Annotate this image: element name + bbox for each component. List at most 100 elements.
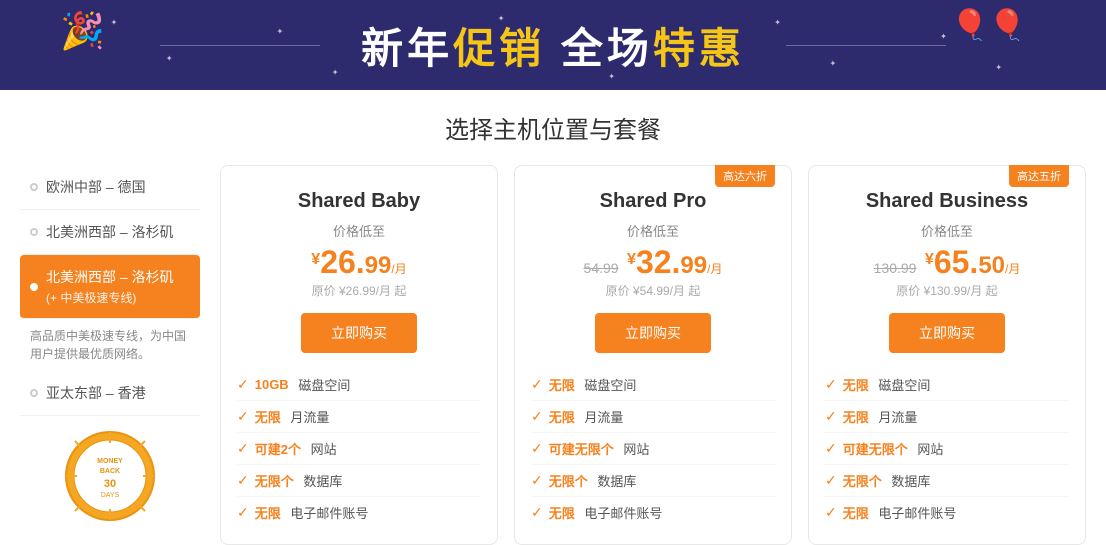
check-icon: ✓ xyxy=(825,408,837,425)
plan-buy-area-business: 立即购买 xyxy=(809,313,1085,369)
sidebar-description: 高品质中美极速专线，为中国用户提供最优质网络。 xyxy=(20,319,200,371)
sidebar-label-us-west: 北美洲西部 – 洛杉矶 xyxy=(46,222,174,242)
feature-business-1: ✓ 无限 月流量 xyxy=(825,401,1069,433)
main-content: 选择主机位置与套餐 欧洲中部 – 德国 北美洲西部 – 洛杉矶 北美洲西部 – … xyxy=(0,90,1106,545)
plan-name-baby: Shared Baby xyxy=(221,166,497,221)
plan-buy-area-baby: 立即购买 xyxy=(221,313,497,369)
plan-price-old-pro: 54.99 xyxy=(584,260,619,276)
feature-highlight: 无限个 xyxy=(255,471,294,490)
banner-title: 新年促销 全场特惠 xyxy=(361,15,745,76)
feature-highlight: 10GB xyxy=(255,377,289,392)
feature-pro-0: ✓ 无限 磁盘空间 xyxy=(531,369,775,401)
money-back-svg: MONEY BACK 30 DAYS xyxy=(65,431,155,521)
check-icon: ✓ xyxy=(825,504,837,521)
check-icon: ✓ xyxy=(531,408,543,425)
feature-highlight: 无限 xyxy=(255,407,281,426)
feature-highlight: 无限 xyxy=(255,503,281,522)
money-back-badge: MONEY BACK 30 DAYS xyxy=(60,426,160,526)
plan-features-pro: ✓ 无限 磁盘空间 ✓ 无限 月流量 ✓ 可建无限个 网站 ✓ 无限个 数据库 xyxy=(515,369,791,528)
plan-price-new-baby: ¥26.99/月 xyxy=(311,246,406,278)
plan-price-new-business: ¥65.50/月 xyxy=(925,246,1020,278)
plan-price-original-pro: 原价 ¥54.99/月 起 xyxy=(515,282,791,299)
feature-pro-2: ✓ 可建无限个 网站 xyxy=(531,433,775,465)
content-area: 欧洲中部 – 德国 北美洲西部 – 洛杉矶 北美洲西部 – 洛杉矶 (+ 中美极… xyxy=(0,165,1106,545)
check-icon: ✓ xyxy=(531,440,543,457)
check-icon: ✓ xyxy=(237,376,249,393)
svg-text:BACK: BACK xyxy=(100,468,120,475)
check-icon: ✓ xyxy=(237,472,249,489)
feature-highlight: 无限 xyxy=(549,375,575,394)
feature-baby-4: ✓ 无限 电子邮件账号 xyxy=(237,497,481,528)
sidebar-item-us-west[interactable]: 北美洲西部 – 洛杉矶 xyxy=(20,210,200,255)
feature-baby-0: ✓ 10GB 磁盘空间 xyxy=(237,369,481,401)
banner-text-normal1: 新年 xyxy=(361,25,453,72)
plan-badge-business: 高达五折 xyxy=(1009,165,1069,187)
banner-text-highlight1: 促销 xyxy=(453,25,545,72)
svg-text:30: 30 xyxy=(104,478,116,490)
sidebar-item-us-west-cn[interactable]: 北美洲西部 – 洛杉矶 (+ 中美极速专线) xyxy=(20,255,200,319)
check-icon: ✓ xyxy=(531,472,543,489)
feature-highlight: 无限 xyxy=(843,503,869,522)
svg-text:DAYS: DAYS xyxy=(101,492,120,499)
feature-highlight: 无限 xyxy=(549,407,575,426)
check-icon: ✓ xyxy=(531,376,543,393)
feature-business-2: ✓ 可建无限个 网站 xyxy=(825,433,1069,465)
buy-button-pro[interactable]: 立即购买 xyxy=(595,313,711,353)
banner-decoration-right: 🎈🎈 xyxy=(951,8,1026,43)
sidebar-label-main: 北美洲西部 – 洛杉矶 xyxy=(46,267,174,287)
feature-baby-2: ✓ 可建2个 网站 xyxy=(237,433,481,465)
svg-text:MONEY: MONEY xyxy=(97,458,123,465)
sidebar-label-us-west-cn-container: 北美洲西部 – 洛杉矶 (+ 中美极速专线) xyxy=(46,267,174,306)
plan-price-original-business: 原价 ¥130.99/月 起 xyxy=(809,282,1085,299)
feature-highlight: 无限 xyxy=(843,407,869,426)
plan-price-pro: 54.99 ¥32.99/月 xyxy=(515,246,791,278)
feature-baby-1: ✓ 无限 月流量 xyxy=(237,401,481,433)
banner-text-highlight2: 特惠 xyxy=(653,25,745,72)
plan-price-new-pro: ¥32.99/月 xyxy=(627,246,722,278)
plan-price-original-baby: 原价 ¥26.99/月 起 xyxy=(221,282,497,299)
feature-highlight: 无限 xyxy=(843,375,869,394)
check-icon: ✓ xyxy=(825,440,837,457)
sidebar-label-asia: 亚太东部 – 香港 xyxy=(46,383,146,403)
feature-baby-3: ✓ 无限个 数据库 xyxy=(237,465,481,497)
check-icon: ✓ xyxy=(531,504,543,521)
sidebar-label-europe: 欧洲中部 – 德国 xyxy=(46,177,146,197)
plan-card-pro: 高达六折 Shared Pro 价格低至 54.99 ¥32.99/月 原价 ¥… xyxy=(514,165,792,545)
banner: ✦ ✦ ✦ ✦ ✦ ✦ ✦ ✦ ✦ ✦ 🎉 新年促销 全场特惠 🎈🎈 xyxy=(0,0,1106,90)
plan-features-business: ✓ 无限 磁盘空间 ✓ 无限 月流量 ✓ 可建无限个 网站 ✓ 无限个 数据库 xyxy=(809,369,1085,528)
plan-features-baby: ✓ 10GB 磁盘空间 ✓ 无限 月流量 ✓ 可建2个 网站 ✓ 无限个 数据库 xyxy=(221,369,497,528)
buy-button-baby[interactable]: 立即购买 xyxy=(301,313,417,353)
sidebar-dot-europe xyxy=(30,183,38,191)
plan-price-old-business: 130.99 xyxy=(874,260,917,276)
banner-line-left xyxy=(160,45,320,46)
check-icon: ✓ xyxy=(237,408,249,425)
plans-area: Shared Baby 价格低至 ¥26.99/月 原价 ¥26.99/月 起 … xyxy=(220,165,1086,545)
feature-highlight: 无限 xyxy=(549,503,575,522)
check-icon: ✓ xyxy=(237,440,249,457)
plan-tagline-business: 价格低至 xyxy=(809,221,1085,240)
check-icon: ✓ xyxy=(825,472,837,489)
feature-highlight: 可建无限个 xyxy=(549,439,614,458)
plan-card-baby: Shared Baby 价格低至 ¥26.99/月 原价 ¥26.99/月 起 … xyxy=(220,165,498,545)
sidebar-dot-us-west xyxy=(30,228,38,236)
feature-pro-1: ✓ 无限 月流量 xyxy=(531,401,775,433)
plan-price-business: 130.99 ¥65.50/月 xyxy=(809,246,1085,278)
banner-text-normal2: 全场 xyxy=(561,25,653,72)
sidebar-item-europe[interactable]: 欧洲中部 – 德国 xyxy=(20,165,200,210)
feature-highlight: 可建2个 xyxy=(255,439,301,458)
check-icon: ✓ xyxy=(237,504,249,521)
feature-pro-4: ✓ 无限 电子邮件账号 xyxy=(531,497,775,528)
sidebar-item-asia[interactable]: 亚太东部 – 香港 xyxy=(20,371,200,416)
buy-button-business[interactable]: 立即购买 xyxy=(889,313,1005,353)
check-icon: ✓ xyxy=(825,376,837,393)
feature-highlight: 可建无限个 xyxy=(843,439,908,458)
plan-tagline-pro: 价格低至 xyxy=(515,221,791,240)
plan-tagline-baby: 价格低至 xyxy=(221,221,497,240)
plan-buy-area-pro: 立即购买 xyxy=(515,313,791,369)
feature-highlight: 无限个 xyxy=(843,471,882,490)
plan-price-baby: ¥26.99/月 xyxy=(221,246,497,278)
plan-badge-pro: 高达六折 xyxy=(715,165,775,187)
feature-pro-3: ✓ 无限个 数据库 xyxy=(531,465,775,497)
sidebar-dot-asia xyxy=(30,389,38,397)
feature-business-4: ✓ 无限 电子邮件账号 xyxy=(825,497,1069,528)
